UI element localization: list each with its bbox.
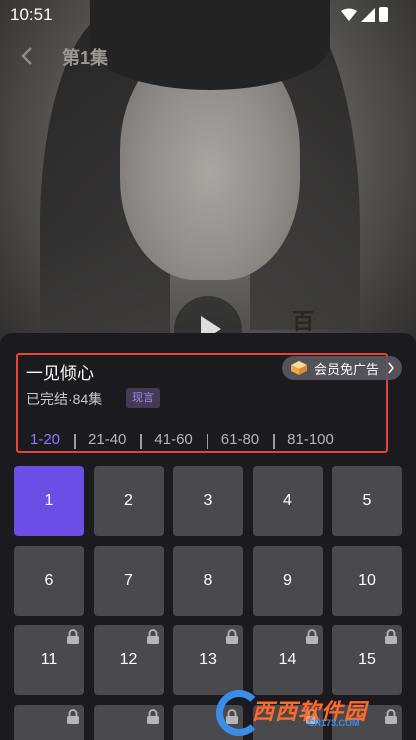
- vip-no-ads-button[interactable]: 会员免广告: [282, 356, 402, 380]
- wifi-icon: [341, 8, 357, 21]
- range-tab-4[interactable]: 81-100: [273, 431, 348, 449]
- episode-cell[interactable]: 8: [173, 545, 243, 616]
- episode-number: 2: [124, 492, 133, 509]
- episode-number: 9: [283, 571, 292, 589]
- episode-cell[interactable]: 1: [14, 466, 84, 536]
- range-tab-3[interactable]: 61-80: [206, 431, 273, 449]
- episode-number: 15: [358, 651, 376, 668]
- episode-cell[interactable]: [14, 704, 84, 740]
- status-time: 10:51: [10, 5, 53, 24]
- genre-tag: 现言: [126, 388, 160, 408]
- episode-number: 12: [119, 651, 138, 668]
- range-tab-2[interactable]: 41-60: [140, 431, 206, 449]
- status-icons: [341, 7, 388, 22]
- episode-number: 8: [203, 571, 213, 589]
- lock-icon: [67, 629, 79, 644]
- episode-number: 14: [278, 651, 297, 668]
- chevron-right-icon: [388, 362, 395, 374]
- drama-status: 已完结·84集: [26, 391, 103, 407]
- episode-cell[interactable]: 12: [93, 625, 164, 695]
- episode-cell[interactable]: 10: [332, 545, 402, 616]
- vip-button-label: 会员免广告: [314, 361, 380, 377]
- episode-cell[interactable]: 14: [252, 625, 323, 695]
- page-title: 第1集: [62, 48, 109, 68]
- episode-cell[interactable]: 3: [173, 466, 243, 536]
- episode-cell[interactable]: 15: [332, 625, 402, 695]
- lock-icon: [305, 629, 318, 644]
- lock-icon: [226, 629, 238, 644]
- lock-icon: [146, 708, 159, 724]
- lock-icon: [67, 708, 79, 724]
- gift-icon: [291, 361, 307, 375]
- episode-number: 3: [203, 492, 213, 509]
- battery-icon: [379, 7, 388, 22]
- episode-cell[interactable]: 7: [93, 545, 164, 616]
- site-logo: 西西软件园 CR173.COM: [216, 690, 406, 736]
- logo-subtext: CR173.COM: [308, 718, 360, 728]
- range-tab-1[interactable]: 21-40: [74, 431, 140, 449]
- episode-cell[interactable]: 13: [173, 625, 243, 695]
- episode-number: 11: [40, 651, 58, 668]
- episode-cell[interactable]: 11: [14, 625, 84, 695]
- signal-icon: [361, 7, 375, 22]
- episode-number: 5: [362, 492, 372, 509]
- episode-cell[interactable]: 5: [332, 466, 402, 536]
- lock-icon: [385, 629, 397, 644]
- back-arrow-icon[interactable]: [18, 46, 38, 66]
- episode-number: 6: [44, 571, 54, 589]
- episode-cell[interactable]: [93, 704, 164, 740]
- range-tab-0[interactable]: 1-20: [16, 431, 74, 448]
- episode-cell[interactable]: 4: [252, 466, 323, 536]
- status-bar: 10:51: [0, 0, 416, 30]
- lock-icon: [146, 629, 159, 644]
- episode-number: 1: [44, 492, 54, 509]
- episode-number: 10: [358, 571, 376, 589]
- episode-range-tabs: 1-20 21-40 41-60 61-80 81-100: [16, 427, 386, 451]
- episode-number: 13: [199, 651, 217, 668]
- episode-cell[interactable]: 2: [93, 466, 164, 536]
- drama-title: 一见倾心: [26, 364, 94, 383]
- episode-number: 4: [283, 492, 292, 509]
- episode-number: 7: [124, 571, 133, 589]
- episode-cell[interactable]: 9: [252, 545, 323, 616]
- episode-cell[interactable]: 6: [14, 545, 84, 616]
